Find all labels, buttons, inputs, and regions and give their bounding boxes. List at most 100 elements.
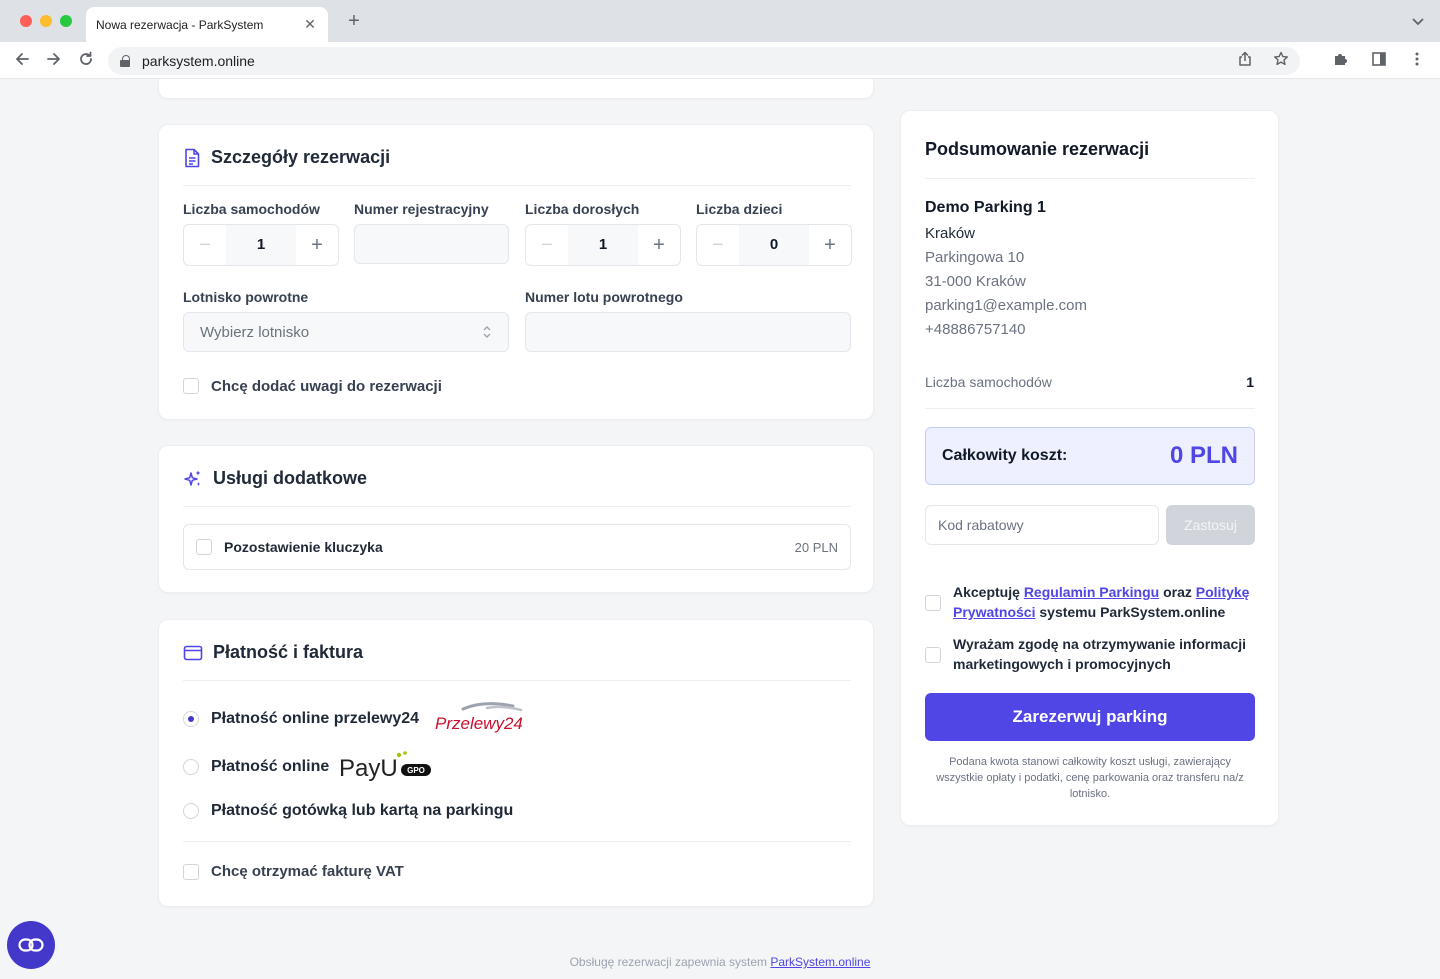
parking-city: Kraków (925, 225, 976, 242)
payment-option-p24-label: Płatność online przelewy24 (211, 710, 420, 727)
summary-title: Podsumowanie rezerwacji (925, 139, 1150, 159)
divider (183, 841, 851, 842)
flight-input[interactable] (525, 312, 851, 352)
extras-card: Usługi dodatkowe Pozostawienie kluczyka … (158, 445, 874, 593)
extra-item-price: 20 PLN (794, 540, 838, 555)
payu-logo: PayU GPO (339, 748, 433, 787)
discount-code-placeholder: Kod rabatowy (938, 517, 1024, 533)
adults-stepper: − 1 + (525, 224, 681, 266)
apply-discount-button[interactable]: Zastosuj (1166, 505, 1255, 545)
select-arrows-icon (483, 326, 491, 338)
marketing-label: Wyrażam zgodę na otrzymywanie informacji… (953, 636, 1247, 672)
minimize-window-button[interactable] (40, 15, 52, 27)
parking-street: Parkingowa 10 (925, 249, 1025, 266)
divider (183, 185, 851, 186)
kids-value[interactable]: 0 (739, 225, 809, 265)
notes-label: Chcę dodać uwagi do rezerwacji (211, 378, 442, 395)
reservation-details-heading: Szczegóły rezerwacji (183, 147, 390, 168)
extras-heading: Usługi dodatkowe (183, 468, 367, 489)
bookmark-star-icon[interactable] (1272, 51, 1290, 69)
tab-title: Nowa rezerwacja - ParkSystem (96, 17, 264, 32)
adults-increment-button[interactable]: + (638, 225, 680, 265)
divider (183, 680, 851, 681)
summary-card: Podsumowanie rezerwacji Demo Parking 1 K… (900, 110, 1279, 826)
plate-label: Numer rejestracyjny (354, 201, 489, 217)
cars-decrement-button[interactable]: − (184, 225, 226, 265)
address-bar[interactable]: parksystem.online (108, 47, 1300, 75)
flight-label: Numer lotu powrotnego (525, 289, 683, 305)
reservation-details-card: Szczegóły rezerwacji Liczba samochodów −… (158, 124, 874, 420)
adults-decrement-button[interactable]: − (526, 225, 568, 265)
plate-input[interactable] (354, 224, 509, 264)
price-disclaimer: Podana kwota stanowi całkowity koszt usł… (936, 756, 1244, 800)
summary-cars-value: 1 (1246, 374, 1254, 390)
browser-tab[interactable]: Nowa rezerwacja - ParkSystem ✕ (86, 7, 328, 42)
marketing-checkbox[interactable] (925, 647, 941, 663)
lock-icon (120, 55, 130, 67)
credit-card-icon (183, 645, 203, 660)
forward-arrow-icon[interactable] (44, 50, 64, 70)
parking-postal: 31-000 Kraków (925, 273, 1026, 290)
extra-item-label: Pozostawienie kluczyka (224, 539, 383, 555)
notes-checkbox[interactable] (183, 378, 199, 394)
sidepanel-icon[interactable] (1370, 51, 1388, 69)
maximize-window-button[interactable] (60, 15, 72, 27)
total-cost-box: Całkowity koszt: 0 PLN (925, 427, 1255, 485)
share-icon[interactable] (1236, 51, 1254, 69)
window-controls (20, 15, 72, 27)
footer-text: Obsługę rezerwacji zapewnia system (569, 955, 768, 969)
invoice-label: Chcę otrzymać fakturę VAT (211, 863, 404, 880)
extra-item-key[interactable]: Pozostawienie kluczyka 20 PLN (183, 524, 851, 570)
airport-label: Lotnisko powrotne (183, 289, 309, 305)
terms-checkbox[interactable] (925, 595, 941, 611)
cars-label: Liczba samochodów (183, 201, 320, 217)
divider (925, 408, 1255, 409)
browser-tabbar: Nowa rezerwacja - ParkSystem ✕ + (0, 0, 1440, 42)
parking-name: Demo Parking 1 (925, 199, 1046, 216)
chat-widget-button[interactable] (7, 921, 55, 969)
terms-regulamin-link[interactable]: Regulamin Parkingu (1024, 584, 1159, 600)
svg-text:GPO: GPO (407, 766, 425, 775)
tab-close-icon[interactable]: ✕ (302, 16, 318, 33)
close-window-button[interactable] (20, 15, 32, 27)
payment-radio-p24[interactable] (183, 711, 199, 727)
terms-privacy-link[interactable]: Prywatności (953, 604, 1035, 620)
cars-increment-button[interactable]: + (296, 225, 338, 265)
back-arrow-icon[interactable] (12, 50, 32, 70)
przelewy24-logo: Przelewy24 (435, 700, 527, 741)
payment-title: Płatność i faktura (213, 642, 364, 662)
airport-select-placeholder: Wybierz lotnisko (200, 323, 310, 341)
sparkles-icon (184, 470, 201, 486)
discount-code-input[interactable]: Kod rabatowy (925, 505, 1159, 545)
payment-heading: Płatność i faktura (183, 642, 363, 663)
footer-parksystem-link[interactable]: ParkSystem.online (770, 955, 870, 969)
payment-radio-payu[interactable] (183, 759, 199, 775)
payment-radio-cash[interactable] (183, 803, 199, 819)
cars-value[interactable]: 1 (226, 225, 296, 265)
kids-increment-button[interactable]: + (809, 225, 851, 265)
airport-select[interactable]: Wybierz lotnisko (183, 312, 509, 352)
tab-search-chevron-icon[interactable] (1412, 15, 1424, 29)
divider (183, 506, 851, 507)
kids-decrement-button[interactable]: − (697, 225, 739, 265)
previous-section-card (158, 79, 874, 99)
reserve-parking-button[interactable]: Zarezerwuj parking (925, 693, 1255, 741)
extra-item-checkbox[interactable] (196, 539, 212, 555)
reload-icon[interactable] (76, 50, 96, 70)
payment-option-cash-label: Płatność gotówką lub kartą na parkingu (211, 802, 514, 819)
invoice-checkbox[interactable] (183, 864, 199, 880)
browser-toolbar: parksystem.online (0, 42, 1440, 79)
url-text: parksystem.online (142, 53, 255, 69)
adults-value[interactable]: 1 (568, 225, 638, 265)
terms-oraz-text: oraz (1163, 584, 1192, 600)
terms-policy-link[interactable]: Politykę (1196, 584, 1250, 600)
kids-stepper: − 0 + (696, 224, 852, 266)
browser-menu-icon[interactable] (1408, 51, 1426, 69)
summary-cars-label: Liczba samochodów (925, 374, 1052, 390)
terms-system-text: systemu ParkSystem.online (1039, 604, 1226, 620)
parking-email: parking1@example.com (925, 297, 1087, 314)
link-chain-icon (18, 938, 44, 952)
cars-stepper: − 1 + (183, 224, 339, 266)
new-tab-icon[interactable]: + (344, 11, 364, 31)
extensions-puzzle-icon[interactable] (1332, 51, 1350, 69)
